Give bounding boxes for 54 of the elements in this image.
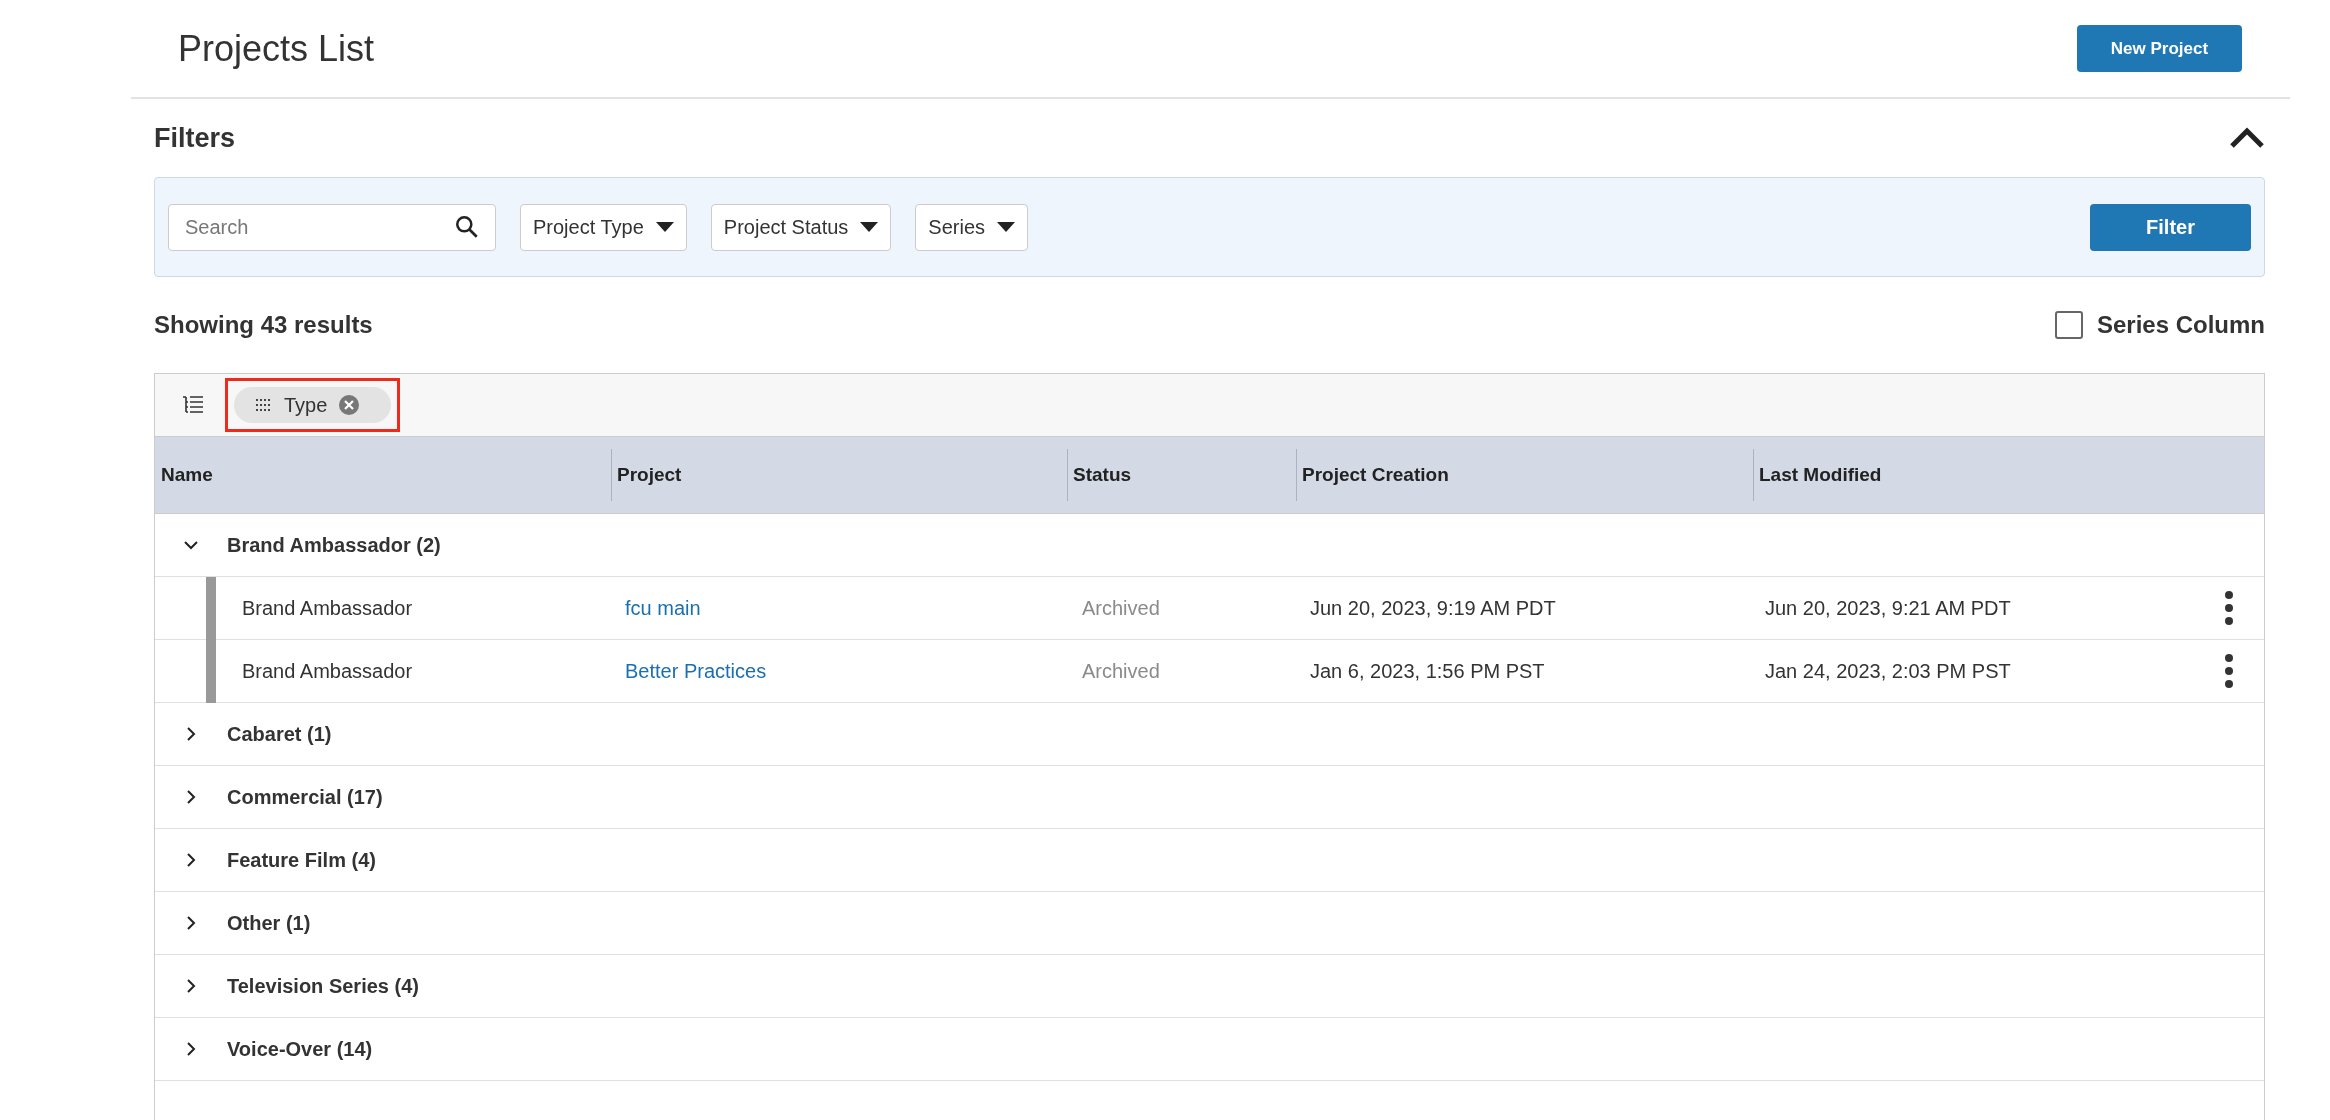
caret-down-icon xyxy=(860,222,879,232)
group-by-chip[interactable]: Type xyxy=(234,387,391,423)
chip-label: Type xyxy=(284,393,328,418)
table-cell: Jun 20, 2023, 9:19 AM PDT xyxy=(1310,597,1556,619)
group-row[interactable]: Commercial (17) xyxy=(155,766,2264,829)
search-icon xyxy=(454,213,480,240)
group-label: Voice-Over (14) xyxy=(227,1037,373,1062)
status-cell: Archived xyxy=(1082,597,1160,619)
more-options-icon[interactable] xyxy=(2224,653,2234,689)
more-options-icon[interactable] xyxy=(2224,590,2234,626)
table-cell: Jun 20, 2023, 9:21 AM PDT xyxy=(1765,597,2011,619)
group-row[interactable]: Brand Ambassador (2) xyxy=(155,514,2264,577)
group-row[interactable]: Voice-Over (14) xyxy=(155,1018,2264,1081)
filters-heading: Filters xyxy=(154,121,236,155)
column-header[interactable]: Last Modified xyxy=(1759,460,1882,490)
results-count: Showing 43 results xyxy=(154,310,373,340)
new-project-button[interactable]: New Project xyxy=(2077,25,2242,72)
column-header[interactable]: Status xyxy=(1073,460,1132,490)
group-label: Commercial (17) xyxy=(227,785,383,810)
checkbox[interactable] xyxy=(2054,311,2083,339)
table-cell: Jan 6, 2023, 1:56 PM PST xyxy=(1310,660,1545,682)
table-cell: Brand Ambassador xyxy=(242,660,413,682)
group-label: Other (1) xyxy=(227,911,311,936)
project-link[interactable]: fcu main xyxy=(625,597,701,619)
dropdown-button[interactable]: Series xyxy=(915,203,1029,251)
checkbox-label: Series Column xyxy=(2096,310,2265,340)
project-link[interactable]: Better Practices xyxy=(625,660,767,682)
dropdown-button[interactable]: Project Type xyxy=(520,203,687,251)
group-label: Cabaret (1) xyxy=(227,722,332,747)
list-tree-icon[interactable] xyxy=(181,395,205,415)
filter-button[interactable]: Filter xyxy=(2090,203,2251,251)
group-label: Brand Ambassador (2) xyxy=(227,533,441,558)
group-row[interactable]: Feature Film (4) xyxy=(155,829,2264,892)
column-header[interactable]: Project Creation xyxy=(1302,460,1449,490)
column-header[interactable]: Name xyxy=(161,460,213,490)
caret-down-icon xyxy=(997,222,1016,232)
dropdown-button[interactable]: Project Status xyxy=(710,203,892,251)
group-row[interactable]: Other (1) xyxy=(155,892,2264,955)
status-cell: Archived xyxy=(1082,660,1160,682)
drag-handle-icon xyxy=(256,399,272,411)
page-title: Projects List xyxy=(178,26,375,71)
remove-icon[interactable] xyxy=(339,395,360,415)
caret-down-icon xyxy=(655,222,674,232)
group-row[interactable]: Cabaret (1) xyxy=(155,703,2264,766)
group-row[interactable]: Television Series (4) xyxy=(155,955,2264,1018)
row-indicator xyxy=(206,639,216,703)
table-cell: Jan 24, 2023, 2:03 PM PST xyxy=(1765,660,2011,682)
search-field[interactable]: Search xyxy=(168,203,496,251)
group-label: Feature Film (4) xyxy=(227,848,376,873)
group-label: Television Series (4) xyxy=(227,974,419,999)
table-cell: Brand Ambassador xyxy=(242,597,413,619)
column-header[interactable]: Project xyxy=(617,460,682,490)
row-indicator xyxy=(206,576,216,640)
collapse-chevron-icon[interactable] xyxy=(2229,127,2265,149)
